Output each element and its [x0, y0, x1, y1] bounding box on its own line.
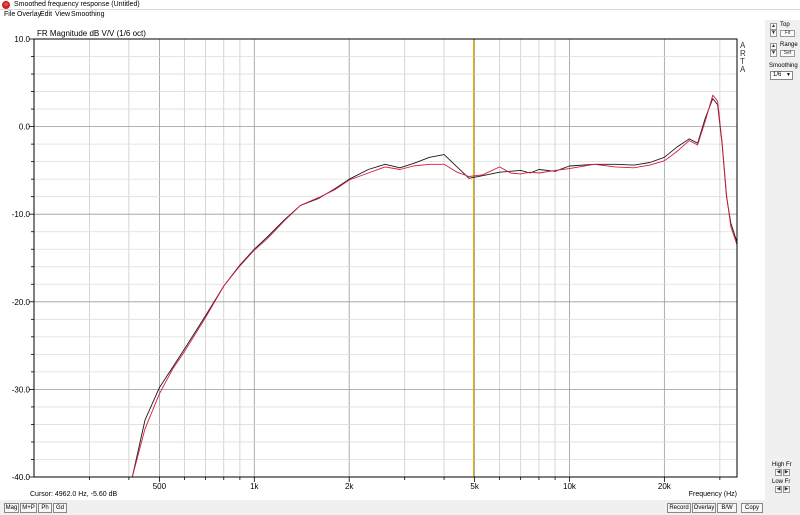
chart-background — [0, 20, 765, 500]
high-fr-right-button[interactable]: ▶ — [783, 469, 790, 476]
x-tick-label: 1k — [250, 482, 259, 491]
smoothing-select[interactable]: 1/6 ▼ — [770, 71, 793, 80]
high-fr-left-button[interactable]: ◀ — [775, 469, 782, 476]
y-tick-label: -40.0 — [12, 473, 31, 482]
y-tick-label: -30.0 — [12, 385, 31, 394]
plot-area[interactable]: 10.0 0.0 -10.0 -20.0 -30.0 -40.0 500 1k 2k 5k 10k 2… — [0, 20, 765, 500]
frequency-response-chart[interactable]: 10.0 0.0 -10.0 -20.0 -30.0 -40.0 500 1k 2k 5k 10k 2… — [0, 20, 765, 500]
low-fr-label: Low Fr — [772, 479, 791, 485]
bottom-toolbar: Mag M+P Ph Gd Record Overlay B/W Copy — [0, 500, 765, 515]
gd-button[interactable]: Gd — [53, 503, 67, 513]
x-axis-label: Frequency (Hz) — [689, 491, 737, 498]
x-tick-label: 5k — [470, 482, 479, 491]
high-fr-label: High Fr — [772, 462, 792, 468]
menu-overlay[interactable]: Overlay — [17, 11, 41, 19]
overlay-button[interactable]: Overlay — [692, 503, 716, 513]
fit-button[interactable]: Fit — [780, 30, 795, 37]
menu-edit[interactable]: Edit — [40, 11, 52, 19]
smoothing-value: 1/6 — [773, 72, 782, 78]
menu-bar: File Overlay Edit View Smoothing — [0, 10, 800, 20]
set-button[interactable]: Set — [780, 50, 795, 57]
chevron-down-icon: ▼ — [786, 72, 791, 78]
chart-title: FR Magnitude dB V/V (1/6 oct) — [37, 29, 146, 38]
range-up-button[interactable]: ▲ — [770, 43, 777, 50]
menu-smoothing[interactable]: Smoothing — [71, 11, 104, 19]
y-tick-label: -20.0 — [12, 298, 31, 307]
range-label: Range — [780, 42, 798, 48]
copy-button[interactable]: Copy — [741, 503, 763, 513]
cursor-readout: Cursor: 4962.0 Hz, -5.60 dB — [30, 491, 117, 498]
ph-button[interactable]: Ph — [38, 503, 52, 513]
control-panel: ▲ ▼ Top Fit ▲ ▼ Range Set Smoothing 1/6 … — [765, 20, 800, 515]
bw-button[interactable]: B/W — [717, 503, 737, 513]
range-down-button[interactable]: ▼ — [770, 50, 777, 57]
y-tick-label: 10.0 — [14, 35, 30, 44]
x-tick-label: 500 — [153, 482, 167, 491]
app-window: ○ Smoothed frequency response (Untitled)… — [0, 0, 800, 515]
x-tick-label: 2k — [345, 482, 354, 491]
menu-view[interactable]: View — [55, 11, 70, 19]
y-tick-label: 0.0 — [19, 123, 31, 132]
top-label: Top — [780, 22, 790, 28]
window-title: Smoothed frequency response (Untitled) — [14, 1, 140, 8]
record-button[interactable]: Record — [667, 503, 691, 513]
menu-file[interactable]: File — [4, 11, 15, 19]
low-fr-left-button[interactable]: ◀ — [775, 486, 782, 493]
y-tick-label: -10.0 — [12, 210, 31, 219]
mag-button[interactable]: Mag — [4, 503, 19, 513]
title-bar: ○ Smoothed frequency response (Untitled) — [0, 0, 800, 10]
arta-app-icon: ○ — [2, 1, 10, 9]
top-up-button[interactable]: ▲ — [770, 23, 777, 30]
x-tick-label: 10k — [563, 482, 577, 491]
smoothing-label: Smoothing — [769, 63, 798, 69]
top-down-button[interactable]: ▼ — [770, 30, 777, 37]
x-tick-label: 20k — [658, 482, 672, 491]
watermark-letter: A — [740, 65, 746, 74]
low-fr-right-button[interactable]: ▶ — [783, 486, 790, 493]
mp-button[interactable]: M+P — [20, 503, 37, 513]
